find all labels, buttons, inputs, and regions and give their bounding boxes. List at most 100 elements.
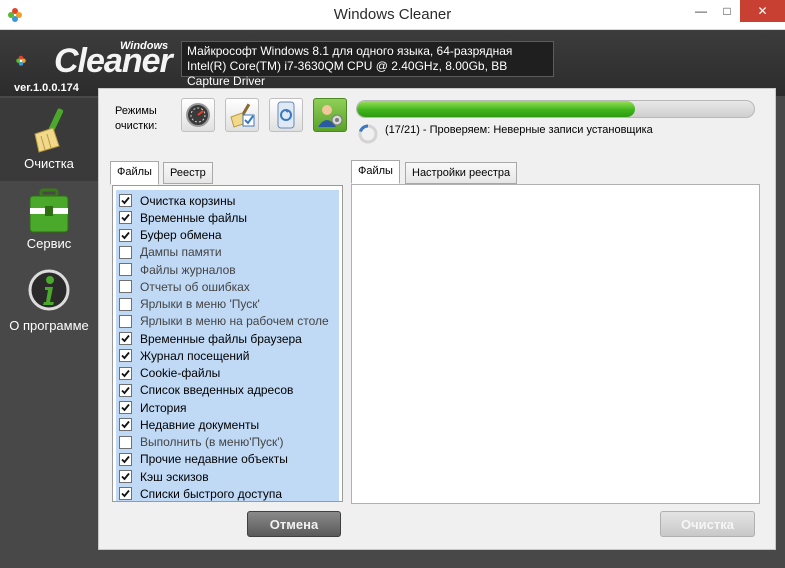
checkmark-icon: [121, 214, 130, 222]
mode-user-settings-button[interactable]: [313, 98, 347, 132]
checkmark-icon: [121, 386, 130, 395]
list-item[interactable]: Ярлыки в меню на рабочем столе: [119, 313, 329, 330]
checkmark-icon: [121, 455, 130, 464]
list-item-label: Дампы памяти: [140, 245, 222, 260]
sidebar-item-about[interactable]: О программе: [0, 268, 98, 338]
checkmark-icon: [121, 369, 130, 377]
list-item-label: Прочие недавние объекты: [140, 452, 288, 467]
list-item-label: Буфер обмена: [140, 228, 222, 242]
checkbox-checked[interactable]: [119, 487, 132, 501]
list-item-label: Выполнить (в меню'Пуск'): [140, 435, 284, 449]
mode-gauge-button[interactable]: [181, 98, 215, 132]
results-panel: [351, 184, 760, 504]
list-item[interactable]: Выполнить (в меню'Пуск'): [119, 434, 284, 451]
tab-registry-settings[interactable]: Настройки реестра: [405, 162, 518, 184]
tab-files-right[interactable]: Файлы: [351, 160, 400, 184]
checkbox-checked[interactable]: [119, 401, 132, 414]
list-item[interactable]: Кэш эскизов: [119, 468, 209, 485]
checkbox-checked[interactable]: [119, 383, 132, 397]
modes-label-line1: Режимы: [115, 105, 157, 117]
list-item-label: Недавние документы: [140, 417, 260, 432]
list-item[interactable]: Дампы памяти: [119, 244, 222, 261]
list-item[interactable]: Очистка корзины: [119, 192, 235, 209]
list-item-label: Временные файлы: [140, 210, 248, 225]
checkmark-icon: [121, 472, 130, 481]
list-item[interactable]: Недавние документы: [119, 416, 259, 433]
maximize-button[interactable]: □: [714, 0, 740, 22]
checkmark-icon: [121, 403, 130, 412]
list-item-label: Ярлыки в меню 'Пуск': [140, 297, 260, 311]
list-selection-area: Очистка корзины Временные файлы Буфер обме…: [116, 190, 339, 501]
sidebar-item-label: Очистка: [24, 156, 74, 171]
checkmark-icon: [121, 421, 130, 429]
list-item[interactable]: Файлы журналов: [119, 261, 236, 278]
window-title: Windows Cleaner: [333, 6, 452, 23]
sidebar-item-cleaning[interactable]: Очистка: [0, 98, 98, 181]
checkbox-checked[interactable]: [119, 470, 132, 483]
checkbox-checked[interactable]: [119, 332, 132, 345]
scan-status-text: (17/21) - Проверяем: Неверные записи уст…: [385, 124, 653, 136]
modes-label-line2: очистки:: [115, 120, 158, 132]
list-item[interactable]: Список введенных адресов: [119, 382, 293, 399]
checkbox-unchecked[interactable]: [119, 297, 132, 311]
logo-flower-icon: [16, 55, 26, 66]
checkbox-checked[interactable]: [119, 211, 132, 225]
user-settings-icon: [318, 105, 343, 127]
checkbox-unchecked[interactable]: [119, 280, 132, 294]
list-item[interactable]: История: [119, 399, 187, 416]
loading-spinner-icon: [358, 124, 378, 144]
system-info-box: Майкрософт Windows 8.1 для одного языка,…: [181, 41, 554, 88]
tab-files-left[interactable]: Файлы: [110, 161, 159, 185]
checkbox-checked[interactable]: [119, 228, 132, 242]
list-item-label: Файлы журналов: [140, 262, 236, 277]
list-item-label: Временные файлы браузера: [140, 331, 302, 346]
list-item[interactable]: Временные файлы браузера: [119, 330, 302, 347]
checkbox-checked[interactable]: [119, 349, 132, 363]
checkmark-icon: [121, 196, 130, 205]
sidebar-item-label: О программе: [9, 318, 89, 333]
list-item-label: Кэш эскизов: [140, 469, 209, 484]
list-item[interactable]: Прочие недавние объекты: [119, 451, 288, 468]
list-item[interactable]: Списки быстрого доступа: [119, 485, 282, 501]
checkbox-checked[interactable]: [119, 452, 132, 466]
info-icon: [28, 269, 70, 311]
list-item-label: История: [140, 400, 187, 415]
scan-progress-fill: [357, 101, 635, 117]
checkbox-checked[interactable]: [119, 366, 132, 380]
list-item[interactable]: Cookie-файлы: [119, 365, 220, 382]
minimize-button[interactable]: —: [688, 0, 714, 22]
checkbox-checked[interactable]: [119, 194, 132, 207]
clean-button[interactable]: Очистка: [660, 511, 755, 537]
list-item-label: Cookie-файлы: [140, 366, 221, 380]
toolbox-icon: [29, 188, 69, 233]
close-button[interactable]: ✕: [740, 0, 785, 22]
checkbox-checked[interactable]: [119, 418, 132, 432]
checkbox-unchecked[interactable]: [119, 314, 132, 328]
tab-registry-left[interactable]: Реестр: [163, 162, 213, 184]
list-item[interactable]: Журнал посещений: [119, 347, 249, 364]
list-item-label: Отчеты об ошибках: [140, 279, 250, 294]
checkmark-icon: [121, 231, 130, 239]
registry-icon: [277, 101, 295, 129]
list-item-label: Журнал посещений: [140, 348, 250, 363]
cancel-button[interactable]: Отмена: [247, 511, 341, 537]
checkbox-unchecked[interactable]: [119, 263, 132, 276]
scan-progress-bar: [356, 100, 755, 118]
checkbox-unchecked[interactable]: [119, 435, 132, 449]
list-item[interactable]: Временные файлы: [119, 209, 247, 226]
broom-icon: [34, 108, 64, 153]
mode-registry-button[interactable]: [269, 98, 303, 132]
system-info-os: Майкрософт Windows 8.1 для одного языка,…: [187, 44, 513, 58]
list-item[interactable]: Ярлыки в меню 'Пуск': [119, 296, 260, 313]
system-info-hardware: Intel(R) Core(TM) i7-3630QM CPU @ 2.40GH…: [187, 59, 508, 88]
checkbox-unchecked[interactable]: [119, 245, 132, 259]
gauge-icon: [186, 103, 210, 127]
list-item-label: Ярлыки в меню на рабочем столе: [140, 314, 329, 329]
checkmark-icon: [121, 490, 130, 498]
sidebar-item-label: Сервис: [26, 236, 72, 251]
mode-broom-button[interactable]: [225, 98, 259, 132]
sidebar-item-service[interactable]: Сервис: [0, 185, 98, 265]
list-item[interactable]: Буфер обмена: [119, 227, 222, 244]
checkmark-icon: [121, 352, 130, 360]
list-item[interactable]: Отчеты об ошибках: [119, 278, 250, 295]
